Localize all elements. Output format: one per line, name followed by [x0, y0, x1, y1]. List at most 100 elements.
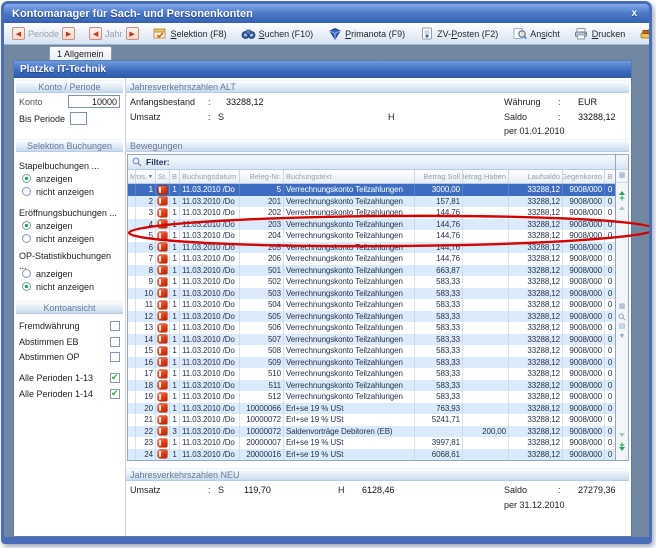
col-gegenkonto[interactable]: Gegenkonto	[563, 170, 605, 183]
radio-eroeffnung-anzeigen[interactable]: anzeigen	[22, 219, 120, 232]
table-row[interactable]: 21111.03.2010 /Do10000072Erl+se 19 % USt…	[128, 414, 615, 426]
section-selektion-buchungen: Selektion Buchungen	[16, 139, 123, 152]
radio-stapel-nicht-anzeigen[interactable]: nicht anzeigen	[22, 185, 120, 198]
table-row[interactable]: 9111.03.2010 /Do502Verrechnungskonto Tei…	[128, 276, 615, 288]
table-row[interactable]: 8111.03.2010 /Do501Verrechnungskonto Tei…	[128, 265, 615, 277]
primanota-button[interactable]: Primanota (F9)	[323, 25, 409, 43]
table-row[interactable]: 1111.03.2010 /Do5Verrechnungskonto Teilz…	[128, 184, 615, 196]
scroll-first-icon[interactable]	[619, 183, 625, 193]
radio-icon[interactable]	[22, 174, 31, 183]
col-st[interactable]: St.	[156, 170, 170, 183]
checkbox-icon[interactable]	[110, 352, 120, 362]
booking-icon	[158, 404, 167, 412]
booking-icon	[158, 197, 167, 205]
col-betrag-haben[interactable]: Betrag Haben	[463, 170, 509, 183]
section-kontoansicht: Kontoansicht	[16, 301, 123, 314]
section-jvz-alt: Jahresverkehrszahlen ALT	[126, 80, 629, 93]
col-laufsaldo[interactable]: Laufsaldo	[509, 170, 563, 183]
prev-period-icon[interactable]: ◀	[12, 27, 25, 40]
radio-op-anzeigen[interactable]: anzeigen	[22, 267, 120, 280]
scroll-up-icon[interactable]	[619, 203, 625, 213]
tab-allgemein[interactable]: 1 Allgemein	[49, 46, 112, 60]
checkbox-alle-perioden-13[interactable]: Alle Perioden 1-13	[19, 371, 120, 384]
add-row-icon[interactable]: +	[619, 193, 624, 203]
konto-input[interactable]	[68, 95, 120, 108]
table-row[interactable]: 6111.03.2010 /Do205Verrechnungskonto Tei…	[128, 242, 615, 254]
drucken-button[interactable]: Drucken	[570, 25, 630, 43]
scroll-down-icon[interactable]	[619, 430, 625, 440]
booking-icon	[158, 278, 167, 286]
checkbox-icon[interactable]	[110, 337, 120, 347]
table-row[interactable]: 14111.03.2010 /Do507Verrechnungskonto Te…	[128, 334, 615, 346]
jahr-nav: ◀ Jahr ▶	[85, 25, 143, 42]
radio-icon[interactable]	[22, 282, 31, 291]
table-row[interactable]: 15111.03.2010 /Do508Verrechnungskonto Te…	[128, 345, 615, 357]
waehrung-value: EUR	[578, 96, 597, 108]
zoom-icon[interactable]	[618, 312, 626, 322]
grid-view-icon[interactable]: ▦	[619, 302, 626, 312]
export-icon[interactable]: ▤	[619, 322, 626, 332]
col-buchungsdatum[interactable]: Buchungsdatum	[180, 170, 240, 183]
table-row[interactable]: 2111.03.2010 /Do201Verrechnungskonto Tei…	[128, 196, 615, 208]
titlebar: Kontomanager für Sach- und Personenkonte…	[4, 4, 649, 23]
table-row[interactable]: 24111.03.2010 /Do20000016Erl+se 19 % USt…	[128, 449, 615, 461]
col-b[interactable]: B	[170, 170, 180, 183]
checkbox-abstimmen-eb[interactable]: Abstimmen EB	[19, 335, 120, 348]
table-row[interactable]: 3111.03.2010 /Do202Verrechnungskonto Tei…	[128, 207, 615, 219]
checkbox-icon[interactable]	[110, 321, 120, 331]
radio-op-nicht-anzeigen[interactable]: nicht anzeigen	[22, 280, 120, 293]
table-row[interactable]: 16111.03.2010 /Do509Verrechnungskonto Te…	[128, 357, 615, 369]
radio-eroeffnung-nicht-anzeigen[interactable]: nicht anzeigen	[22, 232, 120, 245]
table-row[interactable]: 10111.03.2010 /Do503Verrechnungskonto Te…	[128, 288, 615, 300]
table-row[interactable]: 19111.03.2010 /Do512Verrechnungskonto Te…	[128, 391, 615, 403]
radio-icon[interactable]	[22, 187, 31, 196]
op-statistikbuchungen-label: OP-Statistikbuchungen ...	[19, 254, 120, 267]
extras-button[interactable]: Extras	[635, 25, 652, 43]
table-row[interactable]: 4111.03.2010 /Do203Verrechnungskonto Tei…	[128, 219, 615, 231]
col-pos[interactable]: Pos.▼	[136, 170, 156, 183]
checkbox-alle-perioden-14[interactable]: Alle Perioden 1-14	[19, 387, 120, 400]
next-period-icon[interactable]: ▶	[62, 27, 75, 40]
col-beleg-nr[interactable]: Beleg-Nr.	[240, 170, 284, 183]
col-b2[interactable]: B	[605, 170, 615, 183]
table-row[interactable]: 7111.03.2010 /Do206Verrechnungskonto Tei…	[128, 253, 615, 265]
col-betrag-soll[interactable]: Betrag Soll	[415, 170, 463, 183]
checkbox-icon[interactable]	[110, 389, 120, 399]
checkbox-icon[interactable]	[110, 373, 120, 383]
radio-icon[interactable]	[22, 269, 31, 278]
radio-stapel-anzeigen[interactable]: anzeigen	[22, 172, 120, 185]
checkbox-abstimmen-op[interactable]: Abstimmen OP	[19, 350, 120, 363]
scroll-last-icon[interactable]	[619, 450, 625, 460]
ansicht-button[interactable]: Ansicht	[508, 25, 564, 43]
zv-posten-button[interactable]: ZV-Posten (F2)	[415, 25, 502, 43]
left-sidebar: Konto / Periode Konto Bis Periode Selekt…	[14, 78, 126, 537]
column-chooser-icon[interactable]: ▦	[616, 170, 628, 183]
table-row[interactable]: 20111.03.2010 /Do10000066Erl+se 19 % USt…	[128, 403, 615, 415]
radio-icon[interactable]	[22, 221, 31, 230]
bis-periode-label: Bis Periode	[19, 114, 65, 124]
table-row[interactable]: 13111.03.2010 /Do506Verrechnungskonto Te…	[128, 322, 615, 334]
col-buchungstext[interactable]: Buchungstext	[284, 170, 415, 183]
table-row[interactable]: 18111.03.2010 /Do511Verrechnungskonto Te…	[128, 380, 615, 392]
table-row[interactable]: 23111.03.2010 /Do20000007Erl+se 19 % USt…	[128, 437, 615, 449]
col-m[interactable]: M	[128, 170, 136, 183]
table-row[interactable]: 5111.03.2010 /Do204Verrechnungskonto Tei…	[128, 230, 615, 242]
table-row[interactable]: 17111.03.2010 /Do510Verrechnungskonto Te…	[128, 368, 615, 380]
radio-icon[interactable]	[22, 234, 31, 243]
filter-funnel-icon[interactable]: ▼	[619, 332, 626, 342]
umsatz-soll-value: 119,70	[244, 484, 271, 496]
table-row[interactable]: 22311.03.2010 /Do10000072Saldenvorträge …	[128, 426, 615, 438]
bis-periode-input[interactable]	[70, 112, 87, 125]
table-row[interactable]: 11111.03.2010 /Do504Verrechnungskonto Te…	[128, 299, 615, 311]
periode-nav: ◀ Periode ▶	[8, 25, 79, 42]
prev-year-icon[interactable]: ◀	[89, 27, 102, 40]
table-row[interactable]: 12111.03.2010 /Do505Verrechnungskonto Te…	[128, 311, 615, 323]
suchen-button[interactable]: Suchen (F10)	[237, 25, 318, 43]
close-icon[interactable]: x	[627, 8, 641, 19]
checkbox-fremdwaehrung[interactable]: Fremdwährung	[19, 319, 120, 332]
selektion-button[interactable]: Selektion (F8)	[149, 25, 231, 43]
next-year-icon[interactable]: ▶	[126, 27, 139, 40]
extras-icon	[639, 27, 652, 41]
binoculars-search-icon	[241, 27, 256, 41]
filter-bar[interactable]: Filter:	[128, 155, 615, 170]
